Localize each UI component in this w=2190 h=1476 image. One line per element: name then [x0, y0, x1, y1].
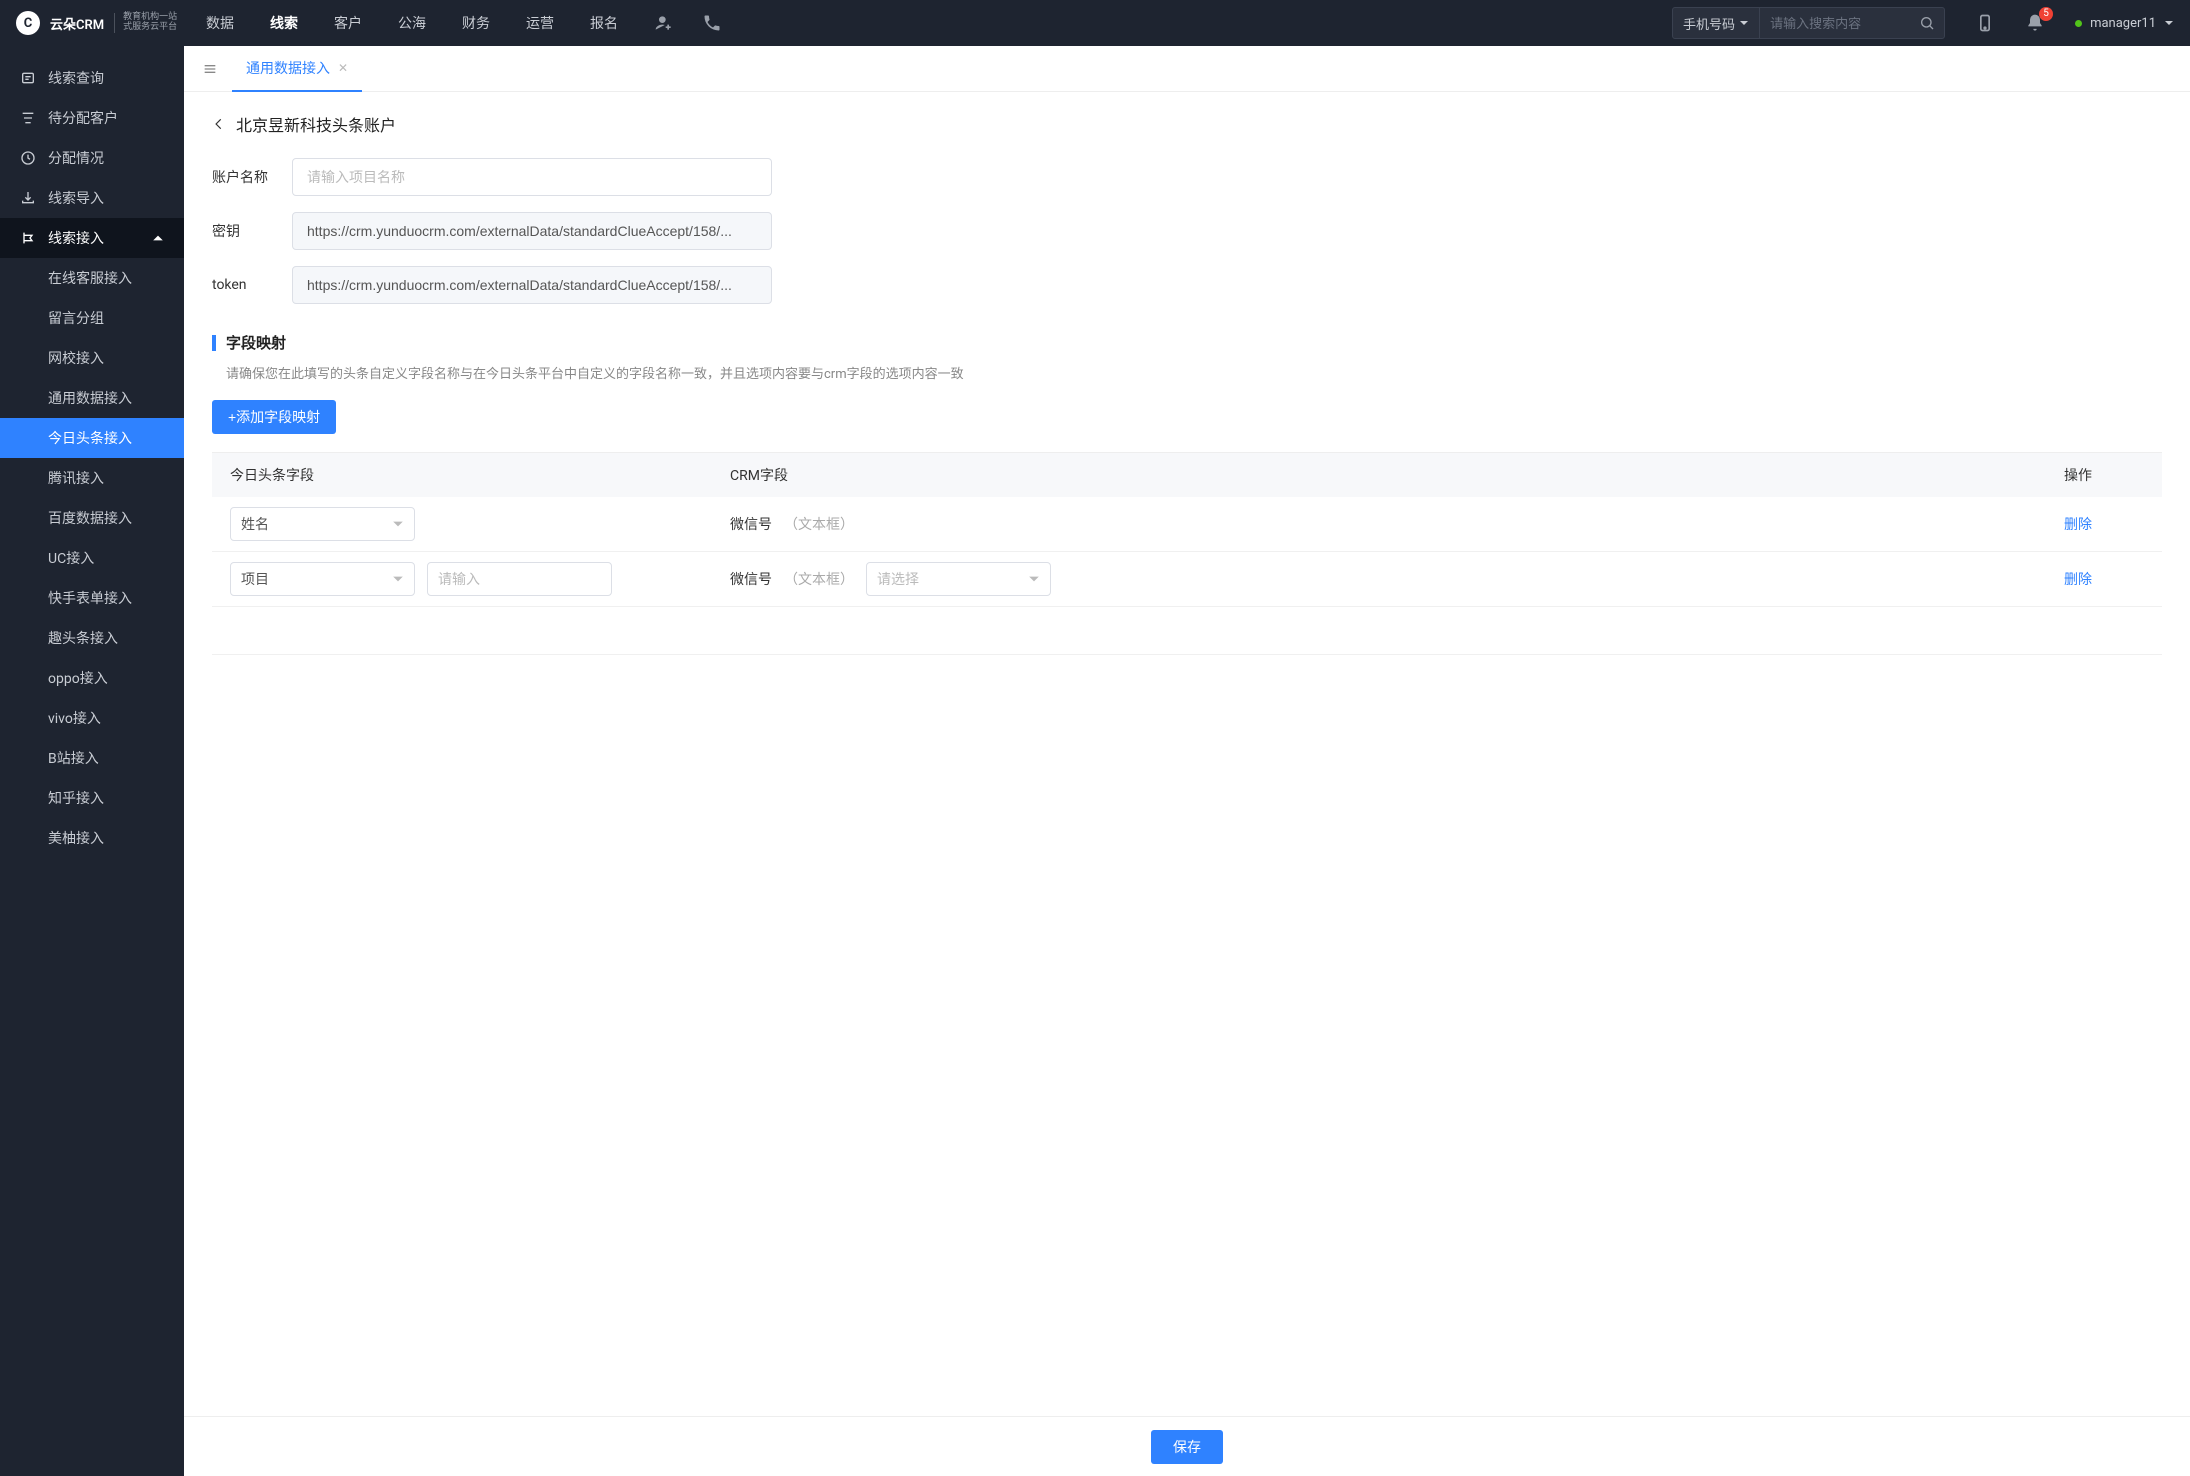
sidebar-item-assign-status[interactable]: 分配情况 [0, 138, 184, 178]
nav-customer[interactable]: 客户 [334, 13, 362, 33]
tab-menu-button[interactable] [194, 61, 226, 77]
logo-text: 云朵CRM [50, 14, 104, 33]
sidebar-sub-tencent[interactable]: 腾讯接入 [0, 458, 184, 498]
sidebar-sub-baidu[interactable]: 百度数据接入 [0, 498, 184, 538]
main: 通用数据接入 ✕ 北京昱新科技头条账户 账户名称 密钥 t [184, 46, 2190, 1476]
chevron-down-icon [1028, 573, 1040, 585]
token-input[interactable] [292, 266, 772, 304]
section-note: 请确保您在此填写的头条自定义字段名称与在今日头条平台中自定义的字段名称一致，并且… [212, 363, 2162, 382]
sidebar-item-clue-query[interactable]: 线索查询 [0, 58, 184, 98]
name-label: 账户名称 [212, 167, 272, 187]
nav-operate[interactable]: 运营 [526, 13, 554, 33]
tabbar: 通用数据接入 ✕ [184, 46, 2190, 92]
logo-mark: C [16, 11, 40, 35]
search-input[interactable] [1760, 16, 1910, 31]
topbar: C 云朵CRM 教育机构一站 式服务云平台 数据 线索 客户 公海 财务 运营 … [0, 0, 2190, 46]
nav-enroll[interactable]: 报名 [590, 13, 618, 33]
delete-button[interactable]: 删除 [2064, 517, 2092, 533]
section-title: 字段映射 [226, 332, 286, 353]
tab-label: 通用数据接入 [246, 58, 330, 78]
col-crm: CRM字段 [730, 465, 2064, 485]
page-title: 北京昱新科技头条账户 [236, 112, 396, 136]
notif-badge: 5 [2039, 7, 2053, 21]
footer: 保存 [184, 1416, 2190, 1476]
chevron-down-icon [392, 518, 404, 530]
key-label: 密钥 [212, 221, 272, 241]
add-mapping-button[interactable]: +添加字段映射 [212, 400, 336, 434]
search-type-select[interactable]: 手机号码 [1673, 8, 1760, 38]
nav-finance[interactable]: 财务 [462, 13, 490, 33]
name-input[interactable] [292, 158, 772, 196]
table-row: 项目 微信号 （文本框） 请选择 [212, 552, 2162, 607]
user-add-icon[interactable] [654, 13, 674, 33]
nav-data[interactable]: 数据 [206, 13, 234, 33]
sidebar-sub-toutiao[interactable]: 今日头条接入 [0, 418, 184, 458]
key-input[interactable] [292, 212, 772, 250]
col-actions: 操作 [2064, 465, 2144, 485]
sidebar-sub-vivo[interactable]: vivo接入 [0, 698, 184, 738]
sidebar-sub-oppo[interactable]: oppo接入 [0, 658, 184, 698]
sidebar-sub-zhihu[interactable]: 知乎接入 [0, 778, 184, 818]
crm-field-type: （文本框） [784, 514, 854, 534]
status-dot [2075, 20, 2082, 27]
logo: C 云朵CRM 教育机构一站 式服务云平台 [16, 11, 186, 35]
table-head: 今日头条字段 CRM字段 操作 [212, 453, 2162, 497]
crm-field-type: （文本框） [784, 569, 854, 589]
token-label: token [212, 277, 272, 293]
col-toutiao: 今日头条字段 [230, 465, 730, 485]
logo-subtitle: 教育机构一站 式服务云平台 [114, 13, 177, 33]
sidebar-item-clue-import[interactable]: 线索导入 [0, 178, 184, 218]
crm-field-label: 微信号 [730, 514, 772, 534]
sidebar-sub-online-service[interactable]: 在线客服接入 [0, 258, 184, 298]
sidebar-sub-message-group[interactable]: 留言分组 [0, 298, 184, 338]
nav-clue[interactable]: 线索 [270, 13, 298, 33]
sidebar-sub-meiyou[interactable]: 美柚接入 [0, 818, 184, 858]
sidebar-item-unassigned[interactable]: 待分配客户 [0, 98, 184, 138]
sidebar: 线索查询 待分配客户 分配情况 线索导入 线索接入 在线客服接入 留言分组 网校… [0, 46, 184, 1476]
sidebar-sub-bilibili[interactable]: B站接入 [0, 738, 184, 778]
username: manager11 [2090, 16, 2156, 31]
phone-icon[interactable] [702, 13, 722, 33]
tab-generic-data[interactable]: 通用数据接入 ✕ [232, 46, 362, 92]
sidebar-sub-qutoutiao[interactable]: 趣头条接入 [0, 618, 184, 658]
chevron-up-icon [152, 232, 164, 244]
delete-button[interactable]: 删除 [2064, 572, 2092, 588]
save-button[interactable]: 保存 [1151, 1430, 1223, 1464]
sidebar-item-clue-access[interactable]: 线索接入 [0, 218, 184, 258]
close-icon[interactable]: ✕ [338, 61, 348, 75]
toutiao-field-select[interactable]: 姓名 [230, 507, 415, 541]
section-accent-bar [212, 335, 216, 351]
table-row: 姓名 微信号 （文本框） 删除 [212, 497, 2162, 552]
sidebar-sub-kuaishou[interactable]: 快手表单接入 [0, 578, 184, 618]
sidebar-sub-uc[interactable]: UC接入 [0, 538, 184, 578]
user-menu[interactable]: manager11 [2075, 16, 2174, 31]
search-button[interactable] [1910, 15, 1944, 31]
back-icon[interactable] [212, 117, 226, 131]
top-nav: 数据 线索 客户 公海 财务 运营 报名 [206, 13, 618, 33]
nav-pool[interactable]: 公海 [398, 13, 426, 33]
toutiao-field-select[interactable]: 项目 [230, 562, 415, 596]
section-header: 字段映射 [212, 332, 2162, 353]
toutiao-field-input[interactable] [427, 562, 612, 596]
breadcrumb: 北京昱新科技头条账户 [212, 112, 2162, 136]
mapping-table: 今日头条字段 CRM字段 操作 姓名 微信号 [212, 452, 2162, 655]
search-box: 手机号码 [1672, 7, 1945, 39]
mobile-icon[interactable] [1975, 13, 1995, 33]
sidebar-sub-school[interactable]: 网校接入 [0, 338, 184, 378]
table-empty-row [212, 607, 2162, 655]
chevron-down-icon [392, 573, 404, 585]
crm-field-select[interactable]: 请选择 [866, 562, 1051, 596]
bell-icon[interactable]: 5 [2025, 13, 2045, 33]
sidebar-sub-generic-data[interactable]: 通用数据接入 [0, 378, 184, 418]
crm-field-label: 微信号 [730, 569, 772, 589]
